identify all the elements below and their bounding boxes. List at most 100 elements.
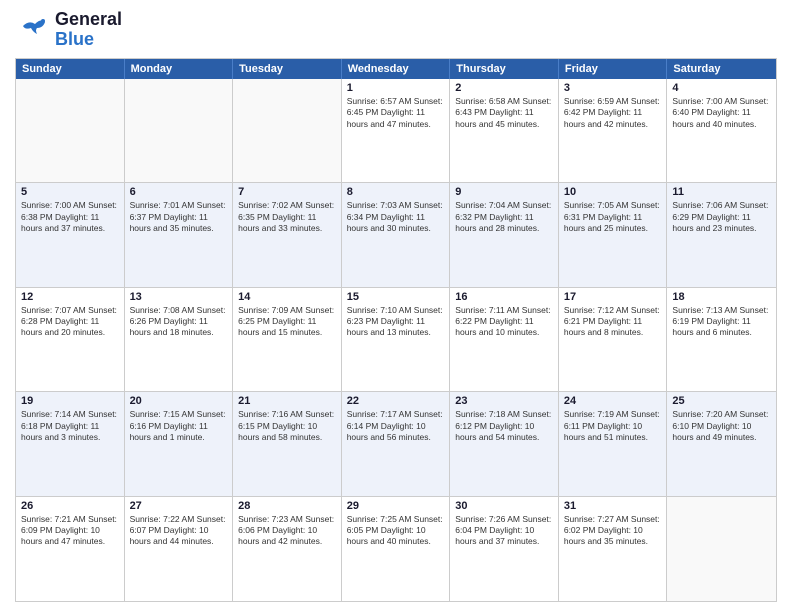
day-info: Sunrise: 6:57 AM Sunset: 6:45 PM Dayligh…	[347, 96, 445, 130]
day-number: 11	[672, 186, 771, 198]
calendar-row-1: 1 Sunrise: 6:57 AM Sunset: 6:45 PM Daylig…	[16, 79, 776, 183]
day-number: 22	[347, 395, 445, 407]
day-cell-2: 2 Sunrise: 6:58 AM Sunset: 6:43 PM Daylig…	[450, 79, 559, 182]
day-cell-7: 7 Sunrise: 7:02 AM Sunset: 6:35 PM Daylig…	[233, 183, 342, 286]
day-cell-22: 22 Sunrise: 7:17 AM Sunset: 6:14 PM Dayli…	[342, 392, 451, 495]
day-info: Sunrise: 7:01 AM Sunset: 6:37 PM Dayligh…	[130, 200, 228, 234]
empty-cell	[125, 79, 234, 182]
day-info: Sunrise: 7:12 AM Sunset: 6:21 PM Dayligh…	[564, 305, 662, 339]
day-number: 20	[130, 395, 228, 407]
day-number: 9	[455, 186, 553, 198]
day-info: Sunrise: 7:18 AM Sunset: 6:12 PM Dayligh…	[455, 409, 553, 443]
day-number: 26	[21, 500, 119, 512]
day-number: 15	[347, 291, 445, 303]
day-header-tuesday: Tuesday	[233, 59, 342, 79]
day-header-wednesday: Wednesday	[342, 59, 451, 79]
day-cell-5: 5 Sunrise: 7:00 AM Sunset: 6:38 PM Daylig…	[16, 183, 125, 286]
day-info: Sunrise: 7:05 AM Sunset: 6:31 PM Dayligh…	[564, 200, 662, 234]
day-cell-11: 11 Sunrise: 7:06 AM Sunset: 6:29 PM Dayli…	[667, 183, 776, 286]
day-number: 14	[238, 291, 336, 303]
day-cell-23: 23 Sunrise: 7:18 AM Sunset: 6:12 PM Dayli…	[450, 392, 559, 495]
day-number: 8	[347, 186, 445, 198]
day-cell-15: 15Sunrise: 7:10 AM Sunset: 6:23 PM Dayli…	[342, 288, 451, 391]
day-number: 1	[347, 82, 445, 94]
day-info: Sunrise: 7:07 AM Sunset: 6:28 PM Dayligh…	[21, 305, 119, 339]
calendar-row-2: 5 Sunrise: 7:00 AM Sunset: 6:38 PM Daylig…	[16, 183, 776, 287]
day-cell-29: 29 Sunrise: 7:25 AM Sunset: 6:05 PM Dayli…	[342, 497, 451, 601]
day-cell-1: 1 Sunrise: 6:57 AM Sunset: 6:45 PM Daylig…	[342, 79, 451, 182]
day-info: Sunrise: 7:09 AM Sunset: 6:25 PM Dayligh…	[238, 305, 336, 339]
day-cell-26: 26Sunrise: 7:21 AM Sunset: 6:09 PM Dayli…	[16, 497, 125, 601]
logo: General Blue	[15, 10, 122, 50]
empty-cell	[233, 79, 342, 182]
day-info: Sunrise: 7:25 AM Sunset: 6:05 PM Dayligh…	[347, 514, 445, 548]
day-info: Sunrise: 7:26 AM Sunset: 6:04 PM Dayligh…	[455, 514, 553, 548]
day-number: 31	[564, 500, 662, 512]
calendar-row-3: 12 Sunrise: 7:07 AM Sunset: 6:28 PM Dayli…	[16, 288, 776, 392]
day-info: Sunrise: 7:17 AM Sunset: 6:14 PM Dayligh…	[347, 409, 445, 443]
day-cell-3: 3 Sunrise: 6:59 AM Sunset: 6:42 PM Daylig…	[559, 79, 668, 182]
day-header-monday: Monday	[125, 59, 234, 79]
day-info: Sunrise: 7:00 AM Sunset: 6:38 PM Dayligh…	[21, 200, 119, 234]
day-cell-8: 8Sunrise: 7:03 AM Sunset: 6:34 PM Daylig…	[342, 183, 451, 286]
empty-cell	[16, 79, 125, 182]
day-cell-6: 6 Sunrise: 7:01 AM Sunset: 6:37 PM Daylig…	[125, 183, 234, 286]
day-cell-14: 14 Sunrise: 7:09 AM Sunset: 6:25 PM Dayli…	[233, 288, 342, 391]
day-cell-17: 17 Sunrise: 7:12 AM Sunset: 6:21 PM Dayli…	[559, 288, 668, 391]
day-info: Sunrise: 7:16 AM Sunset: 6:15 PM Dayligh…	[238, 409, 336, 443]
day-info: Sunrise: 7:11 AM Sunset: 6:22 PM Dayligh…	[455, 305, 553, 339]
day-number: 19	[21, 395, 119, 407]
day-number: 2	[455, 82, 553, 94]
day-number: 7	[238, 186, 336, 198]
day-info: Sunrise: 7:06 AM Sunset: 6:29 PM Dayligh…	[672, 200, 771, 234]
day-cell-28: 28Sunrise: 7:23 AM Sunset: 6:06 PM Dayli…	[233, 497, 342, 601]
page: General Blue SundayMondayTuesdayWednesda…	[0, 0, 792, 612]
day-number: 23	[455, 395, 553, 407]
day-info: Sunrise: 7:20 AM Sunset: 6:10 PM Dayligh…	[672, 409, 771, 443]
day-info: Sunrise: 7:14 AM Sunset: 6:18 PM Dayligh…	[21, 409, 119, 443]
day-number: 27	[130, 500, 228, 512]
day-info: Sunrise: 7:23 AM Sunset: 6:06 PM Dayligh…	[238, 514, 336, 548]
day-number: 30	[455, 500, 553, 512]
logo-blue: Blue	[55, 30, 122, 50]
day-number: 18	[672, 291, 771, 303]
day-number: 12	[21, 291, 119, 303]
day-header-sunday: Sunday	[16, 59, 125, 79]
logo-icon	[15, 12, 51, 48]
day-cell-24: 24Sunrise: 7:19 AM Sunset: 6:11 PM Dayli…	[559, 392, 668, 495]
logo-general: General	[55, 10, 122, 30]
day-info: Sunrise: 7:15 AM Sunset: 6:16 PM Dayligh…	[130, 409, 228, 443]
day-info: Sunrise: 7:02 AM Sunset: 6:35 PM Dayligh…	[238, 200, 336, 234]
day-info: Sunrise: 6:59 AM Sunset: 6:42 PM Dayligh…	[564, 96, 662, 130]
day-number: 21	[238, 395, 336, 407]
logo-text: General Blue	[55, 10, 122, 50]
day-cell-21: 21 Sunrise: 7:16 AM Sunset: 6:15 PM Dayli…	[233, 392, 342, 495]
day-number: 10	[564, 186, 662, 198]
day-header-saturday: Saturday	[667, 59, 776, 79]
calendar-row-4: 19 Sunrise: 7:14 AM Sunset: 6:18 PM Dayli…	[16, 392, 776, 496]
day-number: 6	[130, 186, 228, 198]
day-number: 16	[455, 291, 553, 303]
day-cell-9: 9Sunrise: 7:04 AM Sunset: 6:32 PM Daylig…	[450, 183, 559, 286]
day-cell-20: 20 Sunrise: 7:15 AM Sunset: 6:16 PM Dayli…	[125, 392, 234, 495]
day-cell-18: 18Sunrise: 7:13 AM Sunset: 6:19 PM Dayli…	[667, 288, 776, 391]
day-cell-27: 27 Sunrise: 7:22 AM Sunset: 6:07 PM Dayli…	[125, 497, 234, 601]
day-info: Sunrise: 7:08 AM Sunset: 6:26 PM Dayligh…	[130, 305, 228, 339]
calendar-body: 1 Sunrise: 6:57 AM Sunset: 6:45 PM Daylig…	[16, 79, 776, 601]
day-cell-25: 25 Sunrise: 7:20 AM Sunset: 6:10 PM Dayli…	[667, 392, 776, 495]
day-number: 17	[564, 291, 662, 303]
day-info: Sunrise: 7:22 AM Sunset: 6:07 PM Dayligh…	[130, 514, 228, 548]
calendar: SundayMondayTuesdayWednesdayThursdayFrid…	[15, 58, 777, 602]
day-number: 25	[672, 395, 771, 407]
day-cell-12: 12 Sunrise: 7:07 AM Sunset: 6:28 PM Dayli…	[16, 288, 125, 391]
day-info: Sunrise: 7:27 AM Sunset: 6:02 PM Dayligh…	[564, 514, 662, 548]
day-info: Sunrise: 7:00 AM Sunset: 6:40 PM Dayligh…	[672, 96, 771, 130]
calendar-row-5: 26Sunrise: 7:21 AM Sunset: 6:09 PM Dayli…	[16, 497, 776, 601]
day-cell-4: 4Sunrise: 7:00 AM Sunset: 6:40 PM Daylig…	[667, 79, 776, 182]
day-cell-13: 13Sunrise: 7:08 AM Sunset: 6:26 PM Dayli…	[125, 288, 234, 391]
day-cell-31: 31 Sunrise: 7:27 AM Sunset: 6:02 PM Dayli…	[559, 497, 668, 601]
day-info: Sunrise: 6:58 AM Sunset: 6:43 PM Dayligh…	[455, 96, 553, 130]
day-number: 29	[347, 500, 445, 512]
day-number: 3	[564, 82, 662, 94]
day-number: 5	[21, 186, 119, 198]
